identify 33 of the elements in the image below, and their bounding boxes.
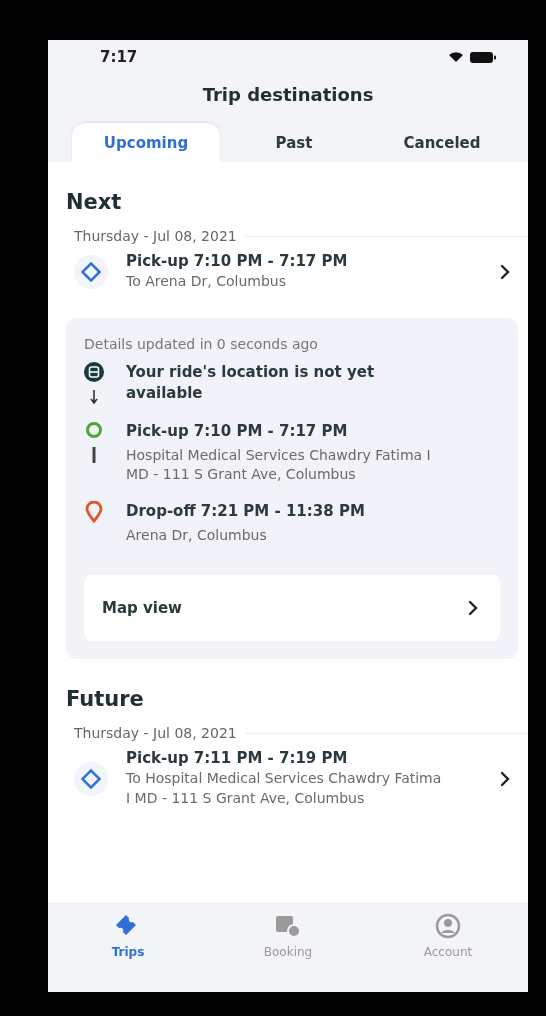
date-label: Thursday - Jul 08, 2021: [74, 725, 237, 742]
trip-title: Pick-up 7:10 PM - 7:17 PM: [126, 252, 349, 270]
trip-row[interactable]: Pick-up 7:11 PM - 7:19 PM To Hospital Medical Services Chawdry Fatima I MD - 111 S Grant Ave, Columbus: [48, 741, 528, 817]
arrow-down-icon: [90, 389, 98, 404]
timeline-title: Your ride's location is not yet available: [126, 361, 376, 405]
chevron-right-icon: [500, 770, 510, 787]
trip-row[interactable]: Pick-up 7:10 PM - 7:17 PM To Arena Dr, Columbus: [48, 244, 528, 300]
trip-address: To Hospital Medical Services Chawdry Fatima I MD - 111 S Grant Ave, Columbus: [126, 769, 443, 808]
timeline-address: Hospital Medical Services Chawdry Fatima I MD - 111 S Grant Ave, Columbus: [126, 445, 432, 485]
screen-title: Trip destinations: [201, 84, 375, 105]
updated-text: Details updated in 0 seconds ago: [84, 335, 319, 352]
account-icon: [435, 913, 461, 939]
map-pin-icon: [85, 501, 103, 524]
status-time: 7:17: [100, 48, 138, 66]
trip-title: Pick-up 7:11 PM - 7:19 PM: [126, 749, 349, 768]
tab[interactable]: Past: [220, 123, 368, 162]
section-heading: Future: [66, 687, 145, 712]
date-label: Thursday - Jul 08, 2021: [74, 228, 237, 244]
circle-icon: [85, 421, 103, 440]
battery-icon: [470, 51, 496, 63]
timeline-address: Arena Dr, Columbus: [126, 525, 268, 545]
bus-icon: [84, 361, 104, 382]
tab[interactable]: Canceled: [368, 123, 516, 162]
map-view-link[interactable]: Map view: [84, 575, 500, 642]
timeline-title: Pick-up 7:10 PM - 7:17 PM: [126, 421, 349, 443]
wifi-icon: [448, 51, 464, 63]
trip-address: To Arena Dr, Columbus: [126, 272, 287, 291]
timeline-title: Drop-off 7:21 PM - 11:38 PM: [126, 501, 365, 523]
tab[interactable]: Upcoming: [72, 123, 220, 162]
section-heading: Next: [66, 190, 123, 214]
nav-tab[interactable]: Trips: [48, 912, 208, 960]
chevron-right-icon: [468, 600, 478, 617]
chevron-right-icon: [500, 263, 510, 280]
